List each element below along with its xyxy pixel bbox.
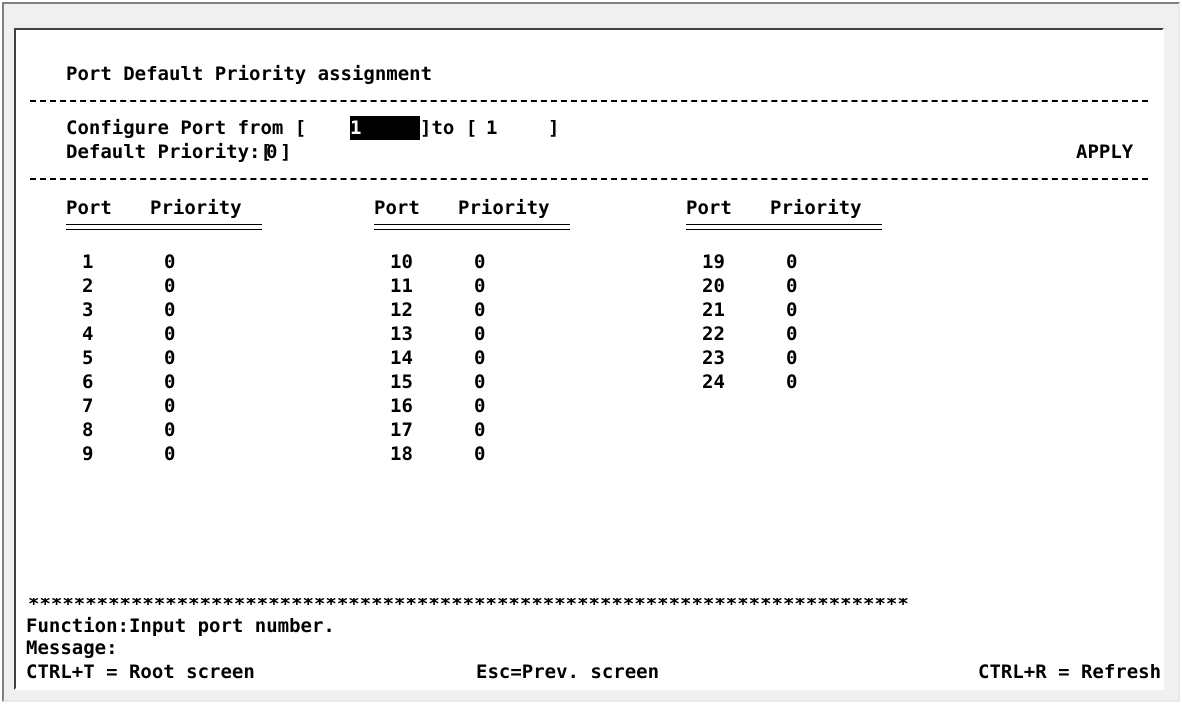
port-priority-value: 0 <box>786 299 798 321</box>
port-number: 4 <box>82 323 94 345</box>
port-number: 7 <box>82 395 94 417</box>
port-to-label: ]to [ <box>420 117 478 139</box>
port-number: 1 <box>82 251 94 273</box>
port-priority-value: 0 <box>474 275 486 297</box>
port-number: 23 <box>702 347 725 369</box>
port-priority-value: 0 <box>474 323 486 345</box>
port-number: 12 <box>390 299 413 321</box>
port-from-input[interactable]: 1 <box>350 116 420 140</box>
port-number: 15 <box>390 371 413 393</box>
port-number: 6 <box>82 371 94 393</box>
port-priority-value: 0 <box>786 371 798 393</box>
port-number: 16 <box>390 395 413 417</box>
col3-header-priority: Priority <box>770 197 862 219</box>
port-number: 5 <box>82 347 94 369</box>
port-number: 22 <box>702 323 725 345</box>
configure-port-label: Configure Port from [ <box>66 117 307 139</box>
port-priority-value: 0 <box>474 347 486 369</box>
apply-button[interactable]: APPLY <box>1076 140 1133 164</box>
col1-header-port: Port <box>66 197 112 219</box>
port-number: 21 <box>702 299 725 321</box>
port-number: 19 <box>702 251 725 273</box>
col3-header-port: Port <box>686 197 732 219</box>
port-number: 3 <box>82 299 94 321</box>
port-number: 24 <box>702 371 725 393</box>
function-text: Function:Input port number. <box>26 615 335 637</box>
port-priority-value: 0 <box>164 275 176 297</box>
port-priority-value: 0 <box>164 299 176 321</box>
port-priority-value: 0 <box>474 251 486 273</box>
port-priority-value: 0 <box>474 371 486 393</box>
separator-stars: ****************************************… <box>28 598 909 610</box>
port-number: 17 <box>390 419 413 441</box>
col3-underline <box>686 224 882 230</box>
shortcut-refresh[interactable]: CTRL+R = Refresh <box>978 660 1161 684</box>
col1-header-priority: Priority <box>150 197 242 219</box>
port-priority-value: 0 <box>164 251 176 273</box>
terminal-screen: Port Default Priority assignment Configu… <box>14 28 1164 690</box>
port-priority-value: 0 <box>474 395 486 417</box>
port-priority-value: 0 <box>164 323 176 345</box>
shortcut-prev-screen[interactable]: Esc=Prev. screen <box>476 660 659 684</box>
col2-header-priority: Priority <box>458 197 550 219</box>
col1-underline <box>66 224 262 230</box>
port-priority-value: 0 <box>786 275 798 297</box>
col2-underline <box>374 224 570 230</box>
port-priority-value: 0 <box>786 251 798 273</box>
port-number: 2 <box>82 275 94 297</box>
port-priority-value: 0 <box>474 299 486 321</box>
port-number: 18 <box>390 443 413 465</box>
default-priority-label: Default Priority:[ <box>66 141 272 163</box>
page-title: Port Default Priority assignment <box>66 63 433 85</box>
port-priority-value: 0 <box>474 419 486 441</box>
port-number: 11 <box>390 275 413 297</box>
port-number: 20 <box>702 275 725 297</box>
port-priority-value: 0 <box>474 443 486 465</box>
col2-header-port: Port <box>374 197 420 219</box>
divider-middle <box>30 178 1148 180</box>
port-number: 13 <box>390 323 413 345</box>
port-to-input[interactable]: 1 <box>486 116 546 140</box>
message-text: Message: <box>26 637 118 659</box>
port-to-close: ] <box>548 117 560 139</box>
default-priority-input[interactable]: 0 <box>266 140 280 164</box>
port-priority-value: 0 <box>164 443 176 465</box>
port-number: 8 <box>82 419 94 441</box>
port-priority-value: 0 <box>164 419 176 441</box>
port-number: 9 <box>82 443 94 465</box>
port-priority-value: 0 <box>164 371 176 393</box>
shortcut-root-screen[interactable]: CTRL+T = Root screen <box>26 660 255 684</box>
port-priority-value: 0 <box>786 347 798 369</box>
port-priority-value: 0 <box>164 395 176 417</box>
default-priority-close: ] <box>280 141 292 163</box>
port-priority-value: 0 <box>164 347 176 369</box>
port-number: 10 <box>390 251 413 273</box>
port-priority-value: 0 <box>786 323 798 345</box>
port-number: 14 <box>390 347 413 369</box>
divider-top <box>30 100 1148 102</box>
